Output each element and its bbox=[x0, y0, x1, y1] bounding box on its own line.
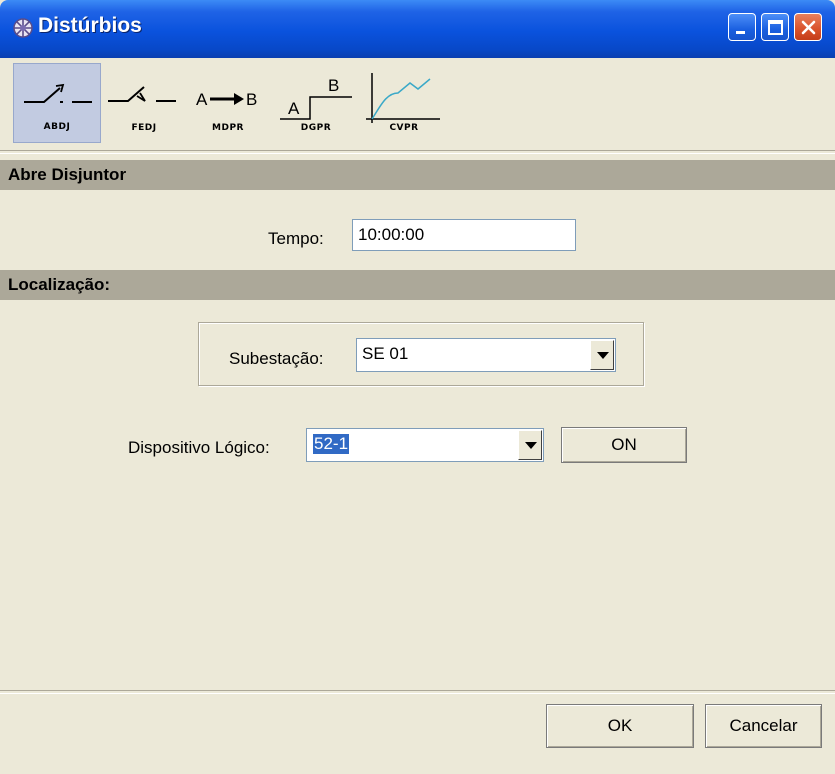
dispositivo-value: 52-1 bbox=[313, 434, 350, 454]
a-to-b-arrow-icon: A B bbox=[196, 90, 257, 109]
tool-mdpr[interactable]: A B MDPR bbox=[188, 63, 268, 143]
section-title: Abre Disjuntor bbox=[8, 165, 127, 184]
svg-text:A: A bbox=[288, 99, 300, 118]
title-bar[interactable]: Distúrbios bbox=[0, 0, 835, 58]
tool-label: FEDJ bbox=[131, 123, 157, 133]
tool-abdj[interactable]: ABDJ bbox=[13, 63, 101, 143]
chevron-down-icon bbox=[597, 352, 609, 359]
dropdown-button[interactable] bbox=[590, 340, 614, 370]
close-button[interactable] bbox=[794, 13, 822, 41]
app-icon bbox=[13, 18, 33, 38]
cancel-button[interactable]: Cancelar bbox=[705, 704, 822, 748]
curve-chart-icon bbox=[366, 73, 440, 123]
dispositivo-label: Dispositivo Lógico: bbox=[128, 438, 270, 457]
maximize-button[interactable] bbox=[761, 13, 789, 41]
maximize-icon bbox=[768, 20, 783, 35]
toolbar: ABDJ FEDJ A B MDPR A B DGPR CVPR bbox=[0, 58, 835, 150]
tool-label: DGPR bbox=[300, 123, 332, 133]
window-title: Distúrbios bbox=[38, 14, 142, 37]
section-header-localizacao: Localização: bbox=[0, 270, 835, 300]
breaker-close-icon bbox=[108, 86, 176, 102]
subestacao-select[interactable]: SE 01 bbox=[356, 338, 616, 372]
dispositivo-select[interactable]: 52-1 bbox=[306, 428, 544, 462]
tool-cvpr[interactable]: CVPR bbox=[364, 63, 444, 143]
section-header-abre-disjuntor: Abre Disjuntor bbox=[0, 160, 835, 190]
footer-divider bbox=[0, 690, 835, 694]
on-toggle-button[interactable]: ON bbox=[561, 427, 687, 463]
minimize-button[interactable] bbox=[728, 13, 756, 41]
tempo-input[interactable] bbox=[352, 219, 576, 251]
tool-dgpr[interactable]: A B DGPR bbox=[276, 63, 356, 143]
tool-label: CVPR bbox=[389, 123, 419, 133]
tool-fedj[interactable]: FEDJ bbox=[104, 63, 184, 143]
breaker-open-icon bbox=[24, 83, 92, 103]
section-title: Localização: bbox=[8, 275, 111, 294]
tool-label: MDPR bbox=[212, 123, 244, 133]
svg-text:A: A bbox=[196, 90, 208, 109]
svg-text:B: B bbox=[328, 76, 339, 95]
minimize-icon bbox=[736, 31, 745, 34]
tool-label: ABDJ bbox=[43, 122, 71, 132]
content-area: Subestação: SE 01 Dispositivo Lógico: 52… bbox=[0, 302, 835, 694]
dropdown-button[interactable] bbox=[518, 430, 542, 460]
toolbar-divider bbox=[0, 150, 835, 154]
step-a-b-icon: A B bbox=[280, 76, 352, 120]
chevron-down-icon bbox=[525, 442, 537, 449]
close-icon bbox=[801, 20, 816, 35]
dialog-window: Distúrbios ABDJ FEDJ A B MDPR A B DGPR C… bbox=[0, 0, 835, 774]
svg-text:B: B bbox=[246, 90, 257, 109]
subestacao-label: Subestação: bbox=[229, 349, 324, 368]
ok-button[interactable]: OK bbox=[546, 704, 694, 748]
tempo-label: Tempo: bbox=[268, 229, 324, 248]
subestacao-value: SE 01 bbox=[362, 344, 409, 363]
